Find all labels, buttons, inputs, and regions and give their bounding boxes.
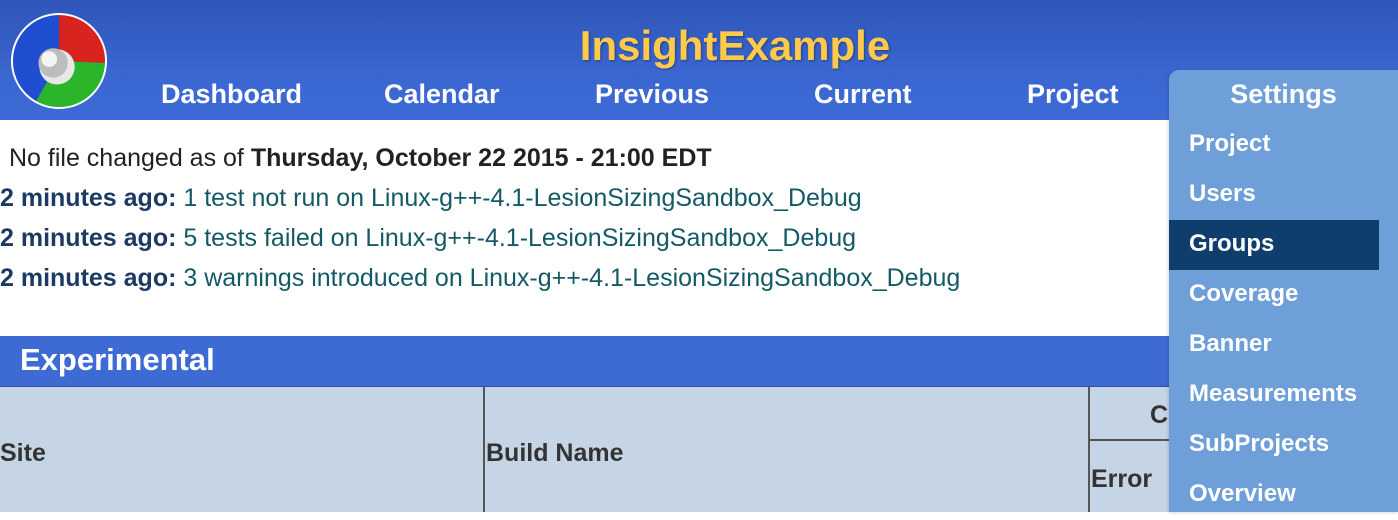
builds-table-header: Site Build Name C Error (0, 387, 1169, 512)
event-row: 2 minutes ago: 3 warnings introduced on … (0, 264, 960, 293)
event-link[interactable]: 3 warnings introduced on Linux-g++-4.1-L… (183, 264, 960, 292)
app-title: InsightExample (579, 22, 891, 69)
event-link[interactable]: 1 test not run on Linux-g++-4.1-LesionSi… (183, 184, 861, 212)
column-group-partial: C (1150, 401, 1169, 429)
event-time: 2 minutes ago: (0, 264, 177, 292)
settings-item-banner[interactable]: Banner (1169, 320, 1398, 370)
event-row: 2 minutes ago: 1 test not run on Linux-g… (0, 184, 862, 213)
column-divider (483, 387, 485, 512)
nav-current[interactable]: Current (814, 79, 912, 110)
event-row: 2 minutes ago: 5 tests failed on Linux-g… (0, 224, 856, 253)
settings-item-measurements[interactable]: Measurements (1169, 370, 1398, 420)
column-divider (1088, 387, 1090, 512)
status-date: Thursday, October 22 2015 - 21:00 EDT (250, 144, 712, 172)
status-line: No file changed as of Thursday, October … (9, 144, 712, 173)
event-time: 2 minutes ago: (0, 184, 177, 212)
column-error[interactable]: Error (1091, 465, 1152, 494)
settings-item-coverage[interactable]: Coverage (1169, 270, 1398, 320)
experimental-section-header: Experimental (0, 336, 1169, 387)
settings-item-groups[interactable]: Groups (1169, 220, 1379, 270)
section-title[interactable]: Experimental (20, 342, 215, 378)
nav-previous[interactable]: Previous (595, 79, 709, 110)
column-build-name[interactable]: Build Name (486, 439, 624, 468)
event-link[interactable]: 5 tests failed on Linux-g++-4.1-LesionSi… (183, 224, 856, 252)
status-prefix: No file changed as of (9, 144, 251, 172)
settings-dropdown: Settings Project Users Groups Coverage B… (1169, 70, 1398, 512)
settings-item-subprojects[interactable]: SubProjects (1169, 420, 1398, 470)
settings-item-users[interactable]: Users (1169, 170, 1398, 220)
nav-project[interactable]: Project (1027, 79, 1119, 110)
nav-dashboard[interactable]: Dashboard (161, 79, 302, 110)
settings-item-project[interactable]: Project (1169, 120, 1398, 170)
event-time: 2 minutes ago: (0, 224, 177, 252)
nav-calendar[interactable]: Calendar (384, 79, 500, 110)
header-divider (1090, 439, 1169, 441)
column-site[interactable]: Site (0, 439, 46, 468)
settings-menu-title[interactable]: Settings (1169, 79, 1398, 110)
settings-item-overview[interactable]: Overview (1169, 470, 1398, 520)
